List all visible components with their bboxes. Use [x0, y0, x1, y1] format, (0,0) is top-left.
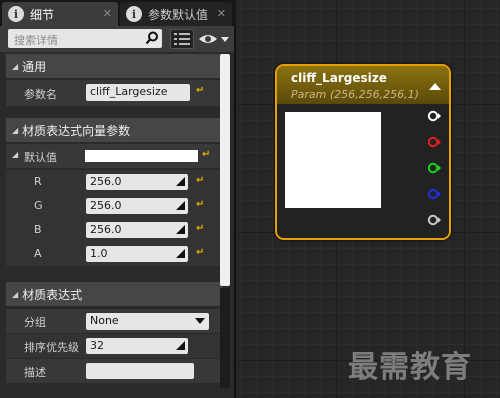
component-a-input[interactable]: 1.0 — [86, 246, 188, 262]
search-placeholder: 搜索详情 — [14, 34, 58, 47]
section-title: 通用 — [22, 59, 47, 74]
expand-arrow-icon: ◢ — [12, 289, 19, 299]
default-color-swatch[interactable] — [85, 150, 198, 162]
param-name-input[interactable]: cliff_Largesize — [86, 84, 190, 101]
reset-icon[interactable]: ↵ — [196, 199, 204, 210]
tab-label: 细节 — [30, 7, 55, 22]
close-icon[interactable]: ✕ — [217, 7, 226, 20]
drag-handle-icon[interactable] — [176, 341, 185, 350]
view-options-button[interactable] — [170, 29, 194, 49]
reset-icon[interactable]: ↵ — [196, 247, 204, 258]
pin-a-icon[interactable] — [427, 214, 441, 226]
search-bar: 搜索详情 — [0, 26, 234, 52]
component-row-r: R 256.0 ↵ — [6, 170, 222, 194]
drag-handle-icon[interactable] — [176, 201, 185, 210]
expand-arrow-icon: ◢ — [12, 61, 19, 71]
component-label: B — [34, 223, 42, 236]
tab-parameter-defaults[interactable]: i 参数默认值 ✕ — [120, 2, 232, 26]
section-title: 材质表达式 — [22, 287, 83, 302]
reset-icon[interactable]: ↵ — [196, 175, 204, 186]
drag-handle-icon[interactable] — [176, 177, 185, 186]
watermark: 最需教育 — [348, 350, 472, 385]
description-label: 描述 — [24, 366, 46, 379]
chevron-down-icon — [195, 318, 205, 324]
param-name-label: 参数名 — [24, 88, 57, 101]
priority-value: 32 — [90, 339, 104, 352]
section-expression[interactable]: ◢ 材质表达式 — [6, 282, 222, 306]
details-panel: i 细节 ✕ i 参数默认值 ✕ 搜索详情 ◢ 通用 参数名 cliff_Lar… — [0, 0, 236, 398]
default-value-label: 默认值 — [24, 151, 57, 164]
search-icon[interactable] — [145, 31, 159, 45]
pin-output-icon[interactable] — [427, 110, 441, 122]
component-label: R — [34, 175, 42, 188]
component-label: A — [34, 247, 42, 260]
component-value: 1.0 — [90, 247, 108, 260]
component-g-input[interactable]: 256.0 — [86, 198, 188, 214]
component-r-input[interactable]: 256.0 — [86, 174, 188, 190]
drag-handle-icon[interactable] — [176, 225, 185, 234]
expand-arrow-icon[interactable]: ◢ — [12, 150, 18, 159]
collapse-arrow-icon[interactable] — [429, 83, 441, 90]
component-row-g: G 256.0 ↵ — [6, 194, 222, 218]
component-b-input[interactable]: 256.0 — [86, 222, 188, 238]
component-value: 256.0 — [90, 223, 122, 236]
material-graph-canvas[interactable]: cliff_Largesize Param (256,256,256,1) — [238, 0, 500, 398]
priority-row: 排序优先级 32 — [6, 334, 222, 358]
param-name-value: cliff_Largesize — [90, 85, 168, 98]
info-icon: i — [8, 6, 24, 22]
section-vector-params[interactable]: ◢ 材质表达式向量参数 — [6, 118, 222, 142]
param-name-row: 参数名 cliff_Largesize ↵ — [6, 80, 222, 106]
vector-parameter-node[interactable]: cliff_Largesize Param (256,256,256,1) — [275, 64, 451, 240]
grid-icon — [174, 33, 190, 45]
scrollbar-thumb[interactable] — [220, 54, 230, 286]
color-preview — [285, 112, 381, 208]
search-input[interactable]: 搜索详情 — [8, 29, 162, 48]
expand-arrow-icon: ◢ — [12, 125, 19, 135]
group-row: 分组 None — [6, 309, 222, 333]
pin-g-icon[interactable] — [427, 162, 441, 174]
node-subtitle: Param (256,256,256,1) — [291, 88, 419, 101]
tab-bar: i 细节 ✕ i 参数默认值 ✕ — [0, 0, 236, 26]
info-icon: i — [126, 6, 142, 22]
tab-label: 参数默认值 — [148, 7, 209, 22]
priority-input[interactable]: 32 — [86, 338, 188, 354]
pin-b-icon[interactable] — [427, 188, 441, 200]
group-value: None — [90, 314, 119, 327]
pin-r-icon[interactable] — [427, 136, 441, 148]
component-row-b: B 256.0 ↵ — [6, 218, 222, 242]
close-icon[interactable]: ✕ — [103, 7, 112, 20]
group-label: 分组 — [24, 316, 46, 329]
section-title: 材质表达式向量参数 — [22, 123, 131, 138]
scrollbar-track[interactable] — [220, 288, 230, 388]
reset-icon[interactable]: ↵ — [202, 149, 210, 160]
component-row-a: A 1.0 ↵ — [6, 242, 222, 266]
group-dropdown[interactable]: None — [86, 313, 209, 330]
drag-handle-icon[interactable] — [176, 249, 185, 258]
reset-icon[interactable]: ↵ — [196, 85, 204, 96]
node-header[interactable]: cliff_Largesize Param (256,256,256,1) — [277, 66, 449, 104]
description-row: 描述 — [6, 359, 222, 383]
priority-label: 排序优先级 — [24, 341, 79, 354]
node-title: cliff_Largesize — [291, 71, 387, 85]
component-value: 256.0 — [90, 199, 122, 212]
component-value: 256.0 — [90, 175, 122, 188]
section-general[interactable]: ◢ 通用 — [6, 54, 222, 78]
eye-icon[interactable] — [198, 31, 230, 47]
reset-icon[interactable]: ↵ — [196, 223, 204, 234]
tab-details[interactable]: i 细节 ✕ — [2, 2, 118, 26]
default-value-row: ◢ 默认值 ↵ — [6, 144, 222, 168]
component-label: G — [34, 199, 43, 212]
node-body — [277, 104, 449, 238]
description-input[interactable] — [86, 363, 194, 379]
